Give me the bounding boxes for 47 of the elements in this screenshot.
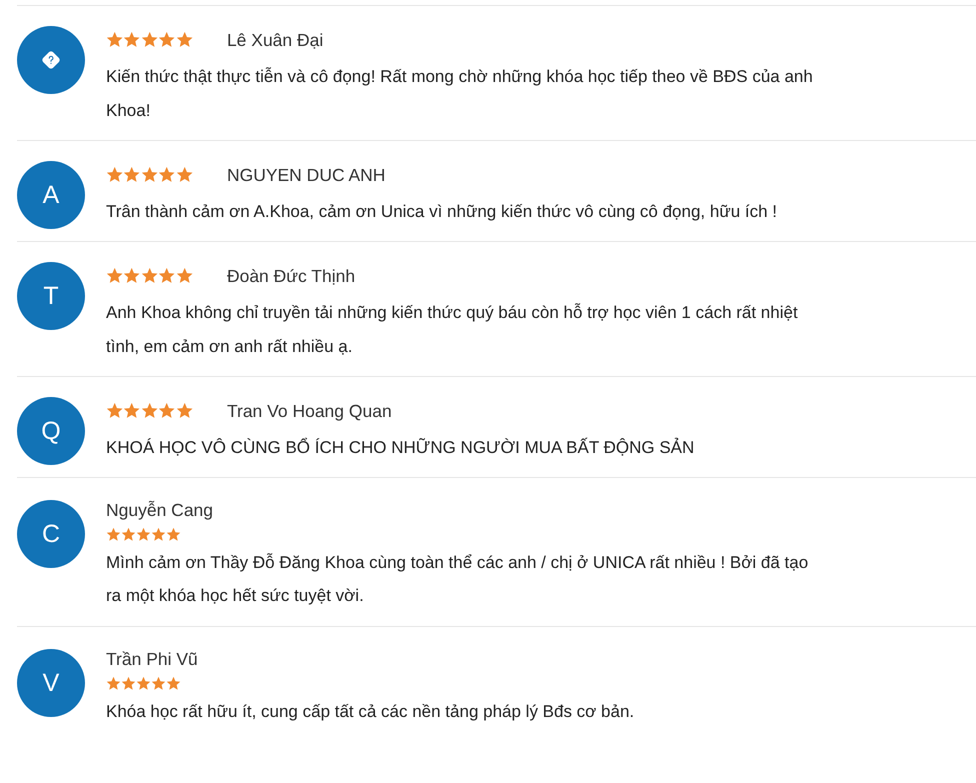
star-icon xyxy=(140,31,158,49)
star-icon xyxy=(140,267,158,285)
star-icon xyxy=(176,402,193,420)
star-icon xyxy=(176,31,193,49)
reviewer-name: Tran Vo Hoang Quan xyxy=(226,400,392,422)
star-icon xyxy=(106,676,121,691)
star-icon xyxy=(151,676,166,691)
star-icon xyxy=(166,676,181,691)
star-icon xyxy=(176,267,193,285)
avatar-letter: A xyxy=(42,180,60,210)
review-comment: Kiến thức thật thực tiễn và cô đọng! Rất mong chờ những khóa học tiếp theo về BĐS của anh Khoa! xyxy=(106,66,814,122)
star-icon xyxy=(123,267,141,285)
star-icon xyxy=(106,267,124,285)
star-icon xyxy=(140,166,158,184)
star-icon xyxy=(106,527,121,542)
star-icon xyxy=(166,527,181,542)
star-icon xyxy=(123,166,141,184)
star-icon xyxy=(158,31,176,49)
star-icon xyxy=(158,402,176,420)
review-comment: Trân thành cảm ơn A.Khoa, cảm ơn Unica vì những kiến thức vô cùng cô đọng, hữu ích ! xyxy=(106,201,778,223)
star-icon xyxy=(176,166,193,184)
star-icon xyxy=(106,402,124,420)
star-icon xyxy=(158,166,176,184)
reviewer-name: NGUYEN DUC ANH xyxy=(226,164,386,186)
review-comment: Anh Khoa không chỉ truyền tải những kiến thức quý báu còn hỗ trợ học viên 1 cách rất nhiệt tình, em cảm ơn anh rất nhiều ạ. xyxy=(106,302,799,358)
star-icon xyxy=(136,676,151,691)
avatar-letter: Q xyxy=(41,416,61,446)
review-comment: Khóa học rất hữu ít, cung cấp tất cả các nền tảng pháp lý Bđs cơ bản. xyxy=(106,701,636,723)
star-icon xyxy=(123,31,141,49)
reviewer-name: Lê Xuân Đại xyxy=(226,30,324,50)
star-icon xyxy=(121,527,136,542)
reviewer-name: Nguyễn Cang xyxy=(106,499,214,522)
star-icon xyxy=(136,527,151,542)
review-comment: KHOÁ HỌC VÔ CÙNG BỔ ÍCH CHO NHỮNG NGƯỜI MUA BẤT ĐỘNG SẢN xyxy=(106,436,696,459)
star-icon xyxy=(140,402,158,420)
review-comment: Mình cảm ơn Thầy Đỗ Đăng Khoa cùng toàn thể các anh / chị ở UNICA rất nhiều ! Bởi đã tạo ra một khóa học hết sức tuyệt vời. xyxy=(106,552,810,607)
star-icon xyxy=(106,166,124,184)
reviewer-name: Đoàn Đức Thịnh xyxy=(226,266,356,286)
avatar-letter: C xyxy=(42,520,60,548)
avatar-letter: V xyxy=(42,668,60,698)
avatar-letter: T xyxy=(43,282,59,310)
star-icon xyxy=(121,676,136,691)
star-icon xyxy=(158,267,176,285)
star-icon xyxy=(123,402,141,420)
star-icon xyxy=(151,527,166,542)
reviewer-name: Trần Phi Vũ xyxy=(106,648,199,671)
star-icon xyxy=(106,31,124,49)
